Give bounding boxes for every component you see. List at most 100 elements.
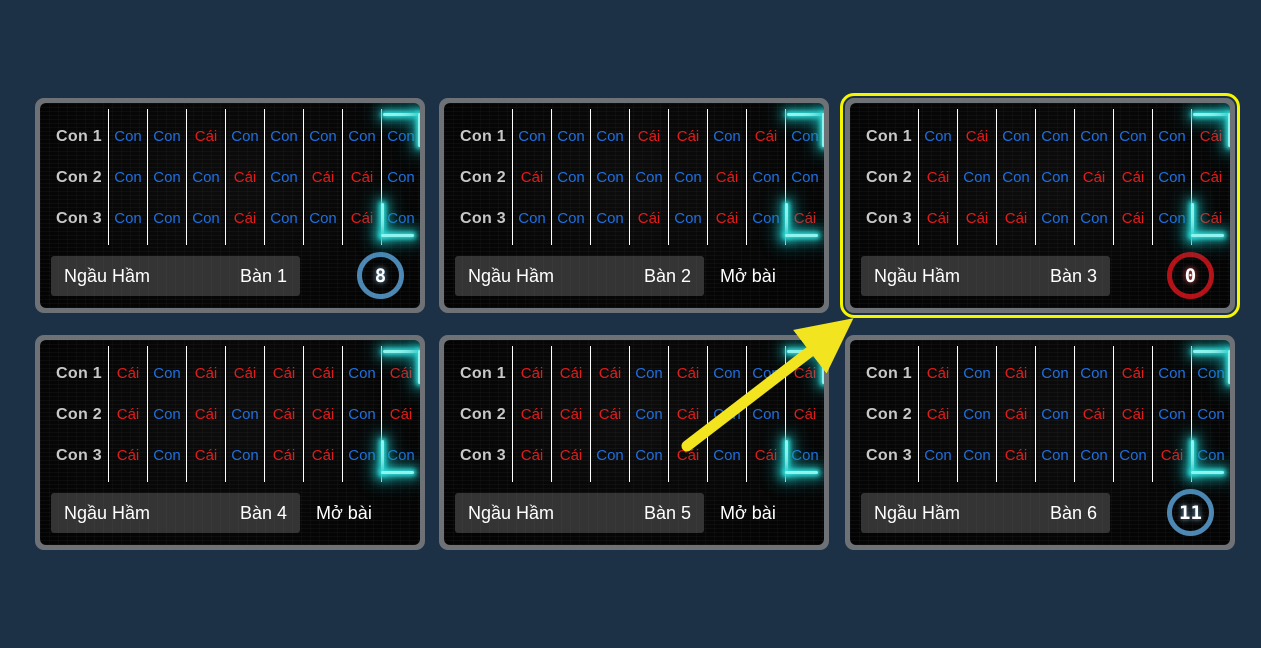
result-cell: Con [270, 209, 298, 227]
table-card[interactable]: Con 1 Con 2 Con 3 Cái Cái Con Con Con Con Cái Cái C… [845, 335, 1235, 550]
table-card-inner: Con 1 Con 2 Con 3 Cái Cái Cái Cái Cái Cái Cái Cái C… [444, 340, 824, 545]
result-cell: Cái [1121, 168, 1145, 186]
result-cell: Con [231, 446, 259, 464]
result-cell: Cái [233, 209, 257, 227]
result-cell: Con [348, 446, 376, 464]
table-card[interactable]: Con 1 Con 2 Con 3 Con Con Con Con Con Con Cái Con C… [35, 98, 425, 313]
result-cell: Cái [520, 168, 544, 186]
result-cell: Con [713, 405, 741, 423]
table-number-label: Bàn 3 [1049, 265, 1097, 286]
result-cell: Con [1041, 209, 1069, 227]
result-cell: Con [387, 127, 415, 145]
result-cell: Con [1080, 127, 1108, 145]
result-cell: Cái [1004, 209, 1028, 227]
row-label-column: Con 1 Con 2 Con 3 [850, 109, 918, 245]
result-cell: Cái [194, 364, 218, 382]
result-cell: Con [1002, 168, 1030, 186]
result-column: Cái Cái Cái [551, 346, 590, 482]
result-cell: Cái [1004, 446, 1028, 464]
result-cell: Cái [598, 364, 622, 382]
result-column: Cái Cái Con [381, 346, 420, 482]
result-cell: Con [635, 446, 663, 464]
result-column: Cái Cái Con [785, 346, 824, 482]
table-card[interactable]: Con 1 Con 2 Con 3 Con Cái Cái Cái Con Cái Con Con C… [840, 93, 1240, 318]
table-card[interactable]: Con 1 Con 2 Con 3 Cái Cái Cái Con Con Con Cái Cái C… [35, 335, 425, 550]
result-column: Con Cái Cái [225, 109, 264, 245]
row-label: Con 2 [56, 168, 102, 186]
result-column: Cái Cái Cái [264, 346, 303, 482]
game-name-label: Ngầu Hầm [468, 502, 555, 523]
result-column: Con Con Con [957, 346, 996, 482]
result-column: Cái Cái Cái [186, 346, 225, 482]
table-name-plate[interactable]: Ngầu Hầm Bàn 3 [861, 256, 1110, 296]
result-columns: Con Cái Con Con Con Con Con Con Con Cái Con Cái Cái C… [512, 109, 824, 245]
row-label: Con 1 [56, 127, 102, 145]
result-cell: Cái [793, 405, 817, 423]
result-cell: Con [752, 405, 780, 423]
result-cell: Cái [559, 405, 583, 423]
result-cell: Cái [637, 127, 661, 145]
result-column: Con Cái Con [303, 109, 342, 245]
table-card-inner: Con 1 Con 2 Con 3 Cái Cái Cái Con Con Con Cái Cái C… [40, 340, 420, 545]
result-cell: Cái [272, 364, 296, 382]
result-cell: Cái [116, 446, 140, 464]
result-column: Con Con Con [629, 346, 668, 482]
result-cell: Con [309, 127, 337, 145]
table-name-plate[interactable]: Ngầu Hầm Bàn 2 [455, 256, 704, 296]
result-cell: Cái [194, 446, 218, 464]
result-cell: Cái [1199, 209, 1223, 227]
result-cell: Con [270, 127, 298, 145]
result-cell: Con [1119, 446, 1147, 464]
table-footer: Ngầu Hầm Bàn 4 Mở bài [51, 493, 409, 533]
result-cell: Cái [389, 364, 413, 382]
table-name-plate[interactable]: Ngầu Hầm Bàn 6 [861, 493, 1110, 533]
result-column: Con Cái Cái [918, 109, 957, 245]
result-cell: Cái [272, 446, 296, 464]
result-cell: Con [518, 127, 546, 145]
game-name-label: Ngầu Hầm [64, 265, 151, 286]
table-footer: Ngầu Hầm Bàn 1 8 [51, 252, 409, 299]
result-cell: Cái [965, 209, 989, 227]
result-cell: Cái [754, 446, 778, 464]
row-label: Con 2 [460, 405, 506, 423]
result-cell: Con [153, 209, 181, 227]
result-cell: Cái [116, 405, 140, 423]
row-label: Con 1 [460, 127, 506, 145]
row-label: Con 1 [866, 127, 912, 145]
result-cell: Con [963, 446, 991, 464]
result-cell: Con [348, 405, 376, 423]
table-name-plate[interactable]: Ngầu Hầm Bàn 1 [51, 256, 300, 296]
table-card-inner: Con 1 Con 2 Con 3 Con Cái Con Con Con Con Con Con C… [444, 103, 824, 308]
result-columns: Cái Cái Con Con Con Con Cái Cái Cái Con Con Con Con C… [918, 346, 1230, 482]
result-cell: Con [348, 127, 376, 145]
result-cell: Cái [272, 405, 296, 423]
result-cell: Con [635, 364, 663, 382]
result-cell: Con [231, 127, 259, 145]
result-cell: Cái [311, 446, 335, 464]
result-column: Con Cái Con [1074, 346, 1113, 482]
result-column: Con Con Cái [746, 346, 785, 482]
result-cell: Con [963, 405, 991, 423]
result-cell: Cái [926, 405, 950, 423]
result-cell: Cái [559, 364, 583, 382]
result-grid: Con 1 Con 2 Con 3 Con Cái Cái Cái Con Cái Con Con C… [850, 109, 1230, 245]
table-card[interactable]: Con 1 Con 2 Con 3 Con Cái Con Con Con Con Con Con C… [439, 98, 829, 313]
table-card[interactable]: Con 1 Con 2 Con 3 Cái Cái Cái Cái Cái Cái Cái Cái C… [439, 335, 829, 550]
result-cell: Con [713, 127, 741, 145]
table-name-plate[interactable]: Ngầu Hầm Bàn 5 [455, 493, 704, 533]
result-cell: Con [153, 168, 181, 186]
table-status-label: Mở bài [316, 503, 372, 523]
result-column: Con Con Con [147, 346, 186, 482]
row-label: Con 2 [460, 168, 506, 186]
result-cell: Con [1080, 446, 1108, 464]
result-cell: Cái [1199, 127, 1223, 145]
result-cell: Cái [676, 127, 700, 145]
result-column: Cái Con Cái [629, 109, 668, 245]
result-cell: Cái [389, 405, 413, 423]
table-name-plate[interactable]: Ngầu Hầm Bàn 4 [51, 493, 300, 533]
result-column: Cái Con Con [668, 109, 707, 245]
result-columns: Con Cái Cái Cái Con Cái Con Con Cái Con Con Con Con C… [918, 109, 1230, 245]
result-cell: Con [713, 446, 741, 464]
result-cell: Cái [1160, 446, 1184, 464]
table-card-inner: Con 1 Con 2 Con 3 Cái Cái Con Con Con Con Cái Cái C… [850, 340, 1230, 545]
